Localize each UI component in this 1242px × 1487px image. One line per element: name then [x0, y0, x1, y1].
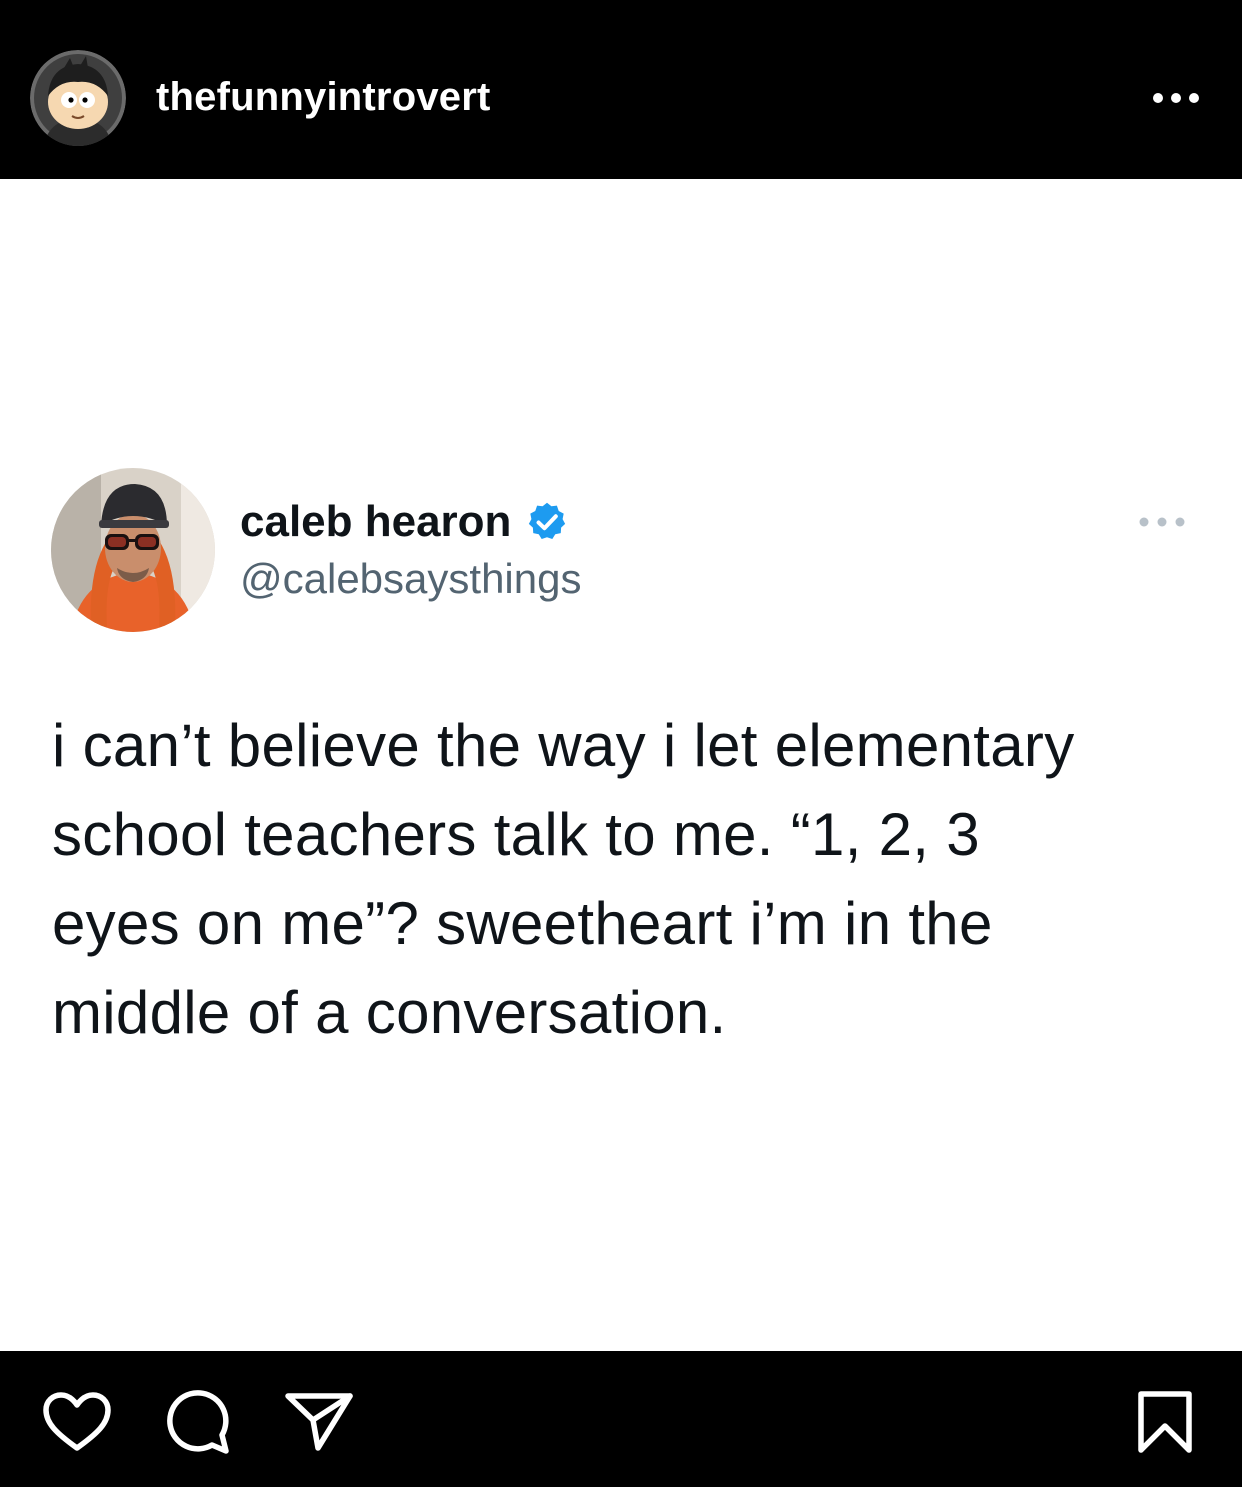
- more-horizontal-icon: [1153, 93, 1199, 103]
- post-action-bar: [0, 1351, 1242, 1487]
- heart-icon: [43, 1392, 111, 1451]
- tweet-more-icon: [1132, 507, 1192, 537]
- post-author-username[interactable]: thefunnyintrovert: [156, 72, 491, 122]
- profile-avatar[interactable]: [30, 50, 126, 146]
- verified-badge-icon: [529, 502, 566, 540]
- tweet-text-line: eyes on me”? sweetheart i’m in the: [52, 890, 993, 957]
- comment-icon: [167, 1390, 229, 1454]
- share-button[interactable]: [284, 1389, 354, 1455]
- post-image: caleb hearon @calebsaysthings i can’t be…: [0, 179, 1242, 1351]
- more-options-button[interactable]: [1148, 80, 1204, 116]
- tweet-author-row: caleb hearon: [240, 497, 569, 547]
- bookmark-icon: [1138, 1391, 1192, 1453]
- tweet-author-name: caleb hearon: [240, 497, 512, 546]
- tweet-text-line: i can’t believe the way i let elementary: [52, 712, 1075, 779]
- post-header: thefunnyintrovert: [0, 0, 1242, 179]
- like-button[interactable]: [42, 1389, 112, 1455]
- tweet-text-line: middle of a conversation.: [52, 979, 727, 1046]
- tweet-text: i can’t believe the way i let elementary…: [52, 701, 1202, 1057]
- comment-button[interactable]: [163, 1389, 233, 1455]
- tweet-author-handle: @calebsaysthings: [240, 555, 582, 602]
- save-button[interactable]: [1130, 1389, 1200, 1455]
- tweet-author-avatar: [51, 468, 215, 632]
- cartoon-avatar-icon: [30, 50, 126, 146]
- send-icon: [285, 1393, 353, 1451]
- more-horizontal-icon: [1139, 517, 1185, 527]
- tweet-text-line: school teachers talk to me. “1, 2, 3: [52, 801, 980, 868]
- person-photo-icon: [51, 468, 215, 632]
